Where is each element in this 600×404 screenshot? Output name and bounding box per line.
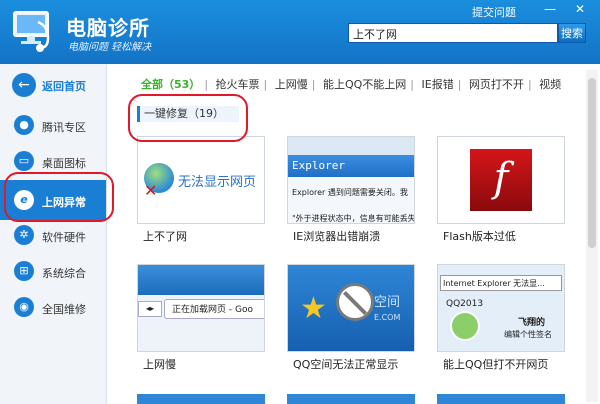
search-button[interactable]: 搜索	[558, 23, 586, 43]
thumb-title: Explorer	[292, 159, 345, 172]
card-thumbnail: Explorer Explorer 遇到问题需要关闭。我 "外于进程状态中，信息…	[287, 136, 415, 224]
search-input[interactable]: 上不了网	[348, 23, 558, 43]
filter-slow-internet[interactable]: 上网慢	[271, 76, 312, 92]
filter-train-tickets[interactable]: 抢火车票	[212, 76, 264, 92]
sidebar-item-system[interactable]: ⊞ 系统综合	[0, 254, 106, 288]
fix-card-qzone[interactable]: ★ 空间 E.COM QQ空间无法正常显示	[287, 264, 415, 376]
thumb-line: Explorer 遇到问题需要关闭。我	[292, 188, 408, 197]
thumb-line: 编辑个性签名	[504, 330, 552, 339]
card-caption: QQ空间无法正常显示	[293, 358, 399, 371]
sidebar-item-software-hardware[interactable]: ✲ 软件硬件	[0, 218, 106, 252]
card-caption: 能上QQ但打不开网页	[443, 358, 549, 371]
card-thumbnail	[137, 394, 265, 404]
blocked-icon	[336, 283, 374, 321]
sidebar-item-label: 系统综合	[42, 267, 86, 280]
close-button[interactable]: ✕	[570, 1, 590, 17]
card-thumbnail	[287, 394, 415, 404]
stethoscope-logo-icon	[8, 8, 58, 54]
app-slogan: 电脑问题 轻松解决	[68, 42, 152, 53]
submit-question-link[interactable]: 提交问题	[472, 4, 516, 20]
fix-card-ie-crash[interactable]: Explorer Explorer 遇到问题需要关闭。我 "外于进程状态中，信息…	[287, 136, 415, 248]
thumb-sub: E.COM	[374, 313, 401, 322]
sidebar-item-label: 软件硬件	[42, 231, 86, 244]
sidebar: ← 返回首页 ● 腾讯专区 ▭ 桌面图标 e 上网异常 ✲ 软件硬件 ⊞ 系统综…	[0, 64, 107, 404]
highlight-annotation	[4, 172, 114, 222]
card-thumbnail: f	[437, 136, 565, 224]
card-thumbnail: Internet Explorer 无法显... QQ2013 飞翔的 编辑个性…	[437, 264, 565, 352]
fix-card-flash-old[interactable]: f Flash版本过低	[437, 136, 565, 248]
card-thumbnail	[437, 394, 565, 404]
scrollbar-thumb[interactable]	[588, 78, 596, 248]
thumb-line: "外于进程状态中，信息有可能丢失	[292, 214, 415, 223]
card-caption: IE浏览器出错崩溃	[293, 230, 381, 243]
card-thumbnail: ✕ 无法显示网页	[137, 136, 265, 224]
gear-icon: ✲	[14, 225, 34, 245]
scrollbar[interactable]	[586, 70, 598, 402]
thumb-qq: QQ2013	[446, 299, 484, 309]
card-thumbnail: ◂▸ 正在加载网页 - Goo	[137, 264, 265, 352]
card-caption: 上不了网	[143, 230, 187, 243]
back-arrow-icon: ←	[12, 73, 36, 97]
filter-qq-no-web[interactable]: 能上QQ不能上网	[319, 76, 410, 92]
monitor-icon: ▭	[14, 151, 34, 171]
sidebar-item-tencent[interactable]: ● 腾讯专区	[0, 108, 106, 142]
sidebar-item-repair[interactable]: ◉ 全国维修	[0, 290, 106, 324]
sidebar-item-label: 返回首页	[42, 80, 86, 93]
sidebar-item-back-home[interactable]: ← 返回首页	[0, 66, 106, 100]
avatar	[450, 311, 480, 341]
title-bar: 电脑诊所 电脑问题 轻松解决 提交问题 — ✕ 上不了网 搜索	[0, 0, 600, 64]
card-caption: Flash版本过低	[443, 230, 516, 243]
fix-card-no-internet[interactable]: ✕ 无法显示网页 上不了网	[137, 136, 265, 248]
filter-video[interactable]: 视频	[535, 76, 565, 92]
sidebar-item-label: 全国维修	[42, 303, 86, 316]
thumb-line: 飞翔的	[518, 318, 546, 328]
windows-icon: ⊞	[14, 261, 34, 281]
qq-penguin-icon: ●	[14, 115, 34, 135]
thumb-title: Internet Explorer 无法显...	[440, 275, 562, 291]
thumb-text: 正在加载网页 - Goo	[172, 305, 253, 315]
fix-card-qq-no-web[interactable]: Internet Explorer 无法显... QQ2013 飞翔的 编辑个性…	[437, 264, 565, 376]
filter-all[interactable]: 全部（53）	[137, 76, 204, 92]
back-forward-icon: ◂▸	[138, 301, 162, 317]
sidebar-item-label: 桌面图标	[42, 157, 86, 170]
filter-ie-error[interactable]: IE报错	[418, 76, 458, 92]
filter-page-not-open[interactable]: 网页打不开	[465, 76, 528, 92]
thumb-text: 空间	[374, 295, 401, 310]
error-x-icon: ✕	[144, 181, 158, 200]
location-icon: ◉	[14, 297, 34, 317]
card-caption: 上网慢	[143, 358, 176, 371]
fix-card-slow-internet[interactable]: ◂▸ 正在加载网页 - Goo 上网慢	[137, 264, 265, 376]
card-thumbnail: ★ 空间 E.COM	[287, 264, 415, 352]
minimize-button[interactable]: —	[540, 1, 560, 17]
highlight-annotation	[128, 94, 248, 142]
filter-bar: 全部（53） | 抢火车票 | 上网慢 | 能上QQ不能上网 | IE报错 | 网页打不开…	[137, 76, 565, 92]
app-title: 电脑诊所	[66, 16, 150, 40]
star-icon: ★	[300, 291, 327, 326]
sidebar-item-label: 腾讯专区	[42, 121, 86, 134]
thumb-text: 无法显示网页	[178, 175, 257, 190]
flash-icon: f	[470, 149, 532, 211]
